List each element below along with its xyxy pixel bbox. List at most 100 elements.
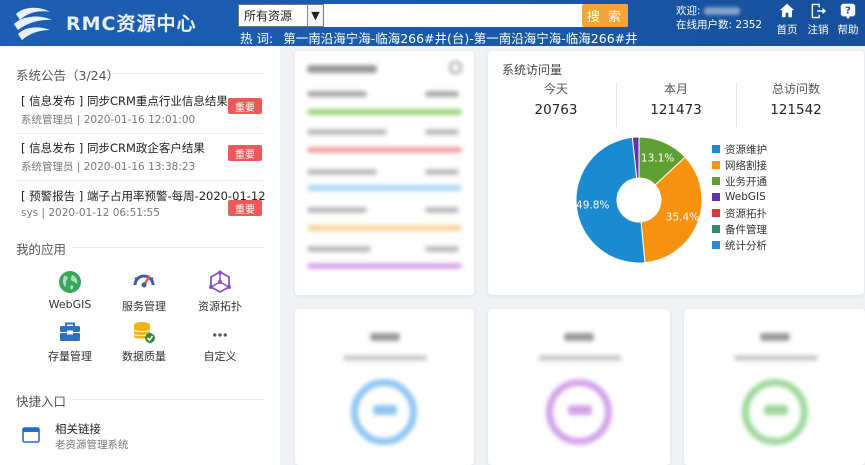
home-icon (779, 3, 795, 18)
notice-item[interactable]: [ 信息发布 ] 同步CRM重点行业信息结果 系统管理员 | 2020-01-1… (16, 90, 264, 134)
left-panel: 系统公告（3/24） [ 信息发布 ] 同步CRM重点行业信息结果 系统管理员 … (0, 46, 280, 465)
stat-value: 20763 (534, 102, 578, 118)
quick-link-subtitle: 老资源管理系统 (55, 439, 129, 451)
legend-item[interactable]: 业务开通 (712, 173, 767, 189)
important-badge: 重要 (228, 200, 262, 216)
help-icon: ? (840, 3, 856, 20)
app-label: 自定义 (203, 350, 237, 363)
legend-item[interactable]: 备件管理 (712, 221, 767, 237)
app-inventory-management[interactable]: 存量管理 (35, 320, 105, 364)
nav-help-button[interactable]: ? 帮助 (833, 2, 863, 42)
app-label: 存量管理 (48, 350, 92, 363)
legend-label: WebGIS (725, 191, 766, 203)
logout-icon (811, 3, 827, 19)
stat-label: 本月 (663, 82, 688, 96)
legend-swatch (712, 177, 720, 185)
database-check-icon (133, 322, 155, 343)
nav-help-label: 帮助 (837, 24, 859, 36)
notice-meta: 系统管理员 | 2020-01-16 12:01:00 (21, 114, 196, 126)
legend-swatch (712, 161, 720, 169)
nav-home-button[interactable]: 首页 (772, 2, 802, 42)
app-data-quality[interactable]: 数据质量 (109, 320, 179, 364)
important-badge: 重要 (228, 145, 262, 161)
apps-title: 我的应用 (16, 242, 67, 257)
progress-card (295, 51, 474, 295)
notices-title: 系统公告（3/24） (16, 68, 120, 83)
visits-card: 系统访问量 今天 20763 本月 121473 总访问数 121542 13.… (488, 51, 864, 295)
hot-words-link[interactable]: 第一南沿海宁海-临海266#井(台)-第一南沿海宁海-临海266#井 (283, 31, 637, 46)
legend-label: 网络割接 (725, 159, 767, 172)
chart-legend: 资源维护网络割接业务开通 WebGIS 资源拓扑备件管理统计分析 (712, 141, 767, 253)
more-icon (213, 333, 227, 337)
quick-title: 快捷入口 (16, 394, 67, 409)
search-scope-value: 所有资源 (244, 9, 293, 23)
gauge-card (684, 309, 865, 465)
online-label: 在线用户数: (676, 19, 733, 31)
notice-item[interactable]: [ 信息发布 ] 同步CRM政企客户结果 系统管理员 | 2020-01-16 … (16, 137, 264, 181)
online-count: 2352 (735, 19, 763, 31)
search-bar: 所有资源 ▼ (238, 4, 628, 27)
legend-swatch (712, 225, 720, 233)
hot-words: 热 词: 第一南沿海宁海-临海266#井(台)-第一南沿海宁海-临海266#井 (240, 28, 638, 47)
search-button[interactable]: 搜 索 (582, 4, 628, 27)
legend-swatch (712, 209, 720, 217)
notice-title[interactable]: [ 信息发布 ] 同步CRM政企客户结果 (21, 140, 205, 156)
gauge-card (295, 309, 474, 465)
notice-item[interactable]: [ 预警报告 ] 端子占用率预警-每周-2020-01-12 sys | 202… (16, 185, 266, 229)
search-input[interactable] (324, 4, 582, 27)
globe-icon (59, 271, 81, 293)
user-name (703, 7, 740, 15)
app-custom[interactable]: 自定义 (185, 326, 255, 370)
window-icon (22, 427, 40, 443)
logo-text: RMC资源中心 (66, 13, 197, 35)
visits-title: 系统访问量 (502, 63, 563, 77)
donut-value-label: 35.4% (666, 212, 699, 224)
donut-value-label: 49.8% (576, 200, 609, 212)
hot-words-label: 热 词: (240, 31, 274, 46)
welcome-panel: 欢迎: 在线用户数: 2352 (676, 4, 762, 32)
stat-label: 今天 (543, 82, 568, 96)
visits-donut-chart: 13.1% 35.4% 49.8% (575, 136, 703, 264)
stat-total: 总访问数 121542 (736, 80, 856, 118)
svg-text:?: ? (845, 6, 851, 17)
nav-logout-button[interactable]: 注销 (803, 2, 833, 42)
notice-title[interactable]: [ 信息发布 ] 同步CRM重点行业信息结果 (21, 93, 228, 109)
legend-item[interactable]: 网络割接 (712, 157, 767, 173)
legend-item[interactable]: WebGIS (712, 189, 767, 205)
legend-label: 业务开通 (725, 175, 767, 188)
stat-value: 121542 (770, 102, 822, 118)
welcome-label: 欢迎: (676, 5, 701, 17)
legend-label: 备件管理 (725, 223, 767, 236)
china-mobile-logo-icon (14, 7, 52, 40)
nav-home-label: 首页 (776, 24, 798, 36)
quick-link-title[interactable]: 相关链接 (55, 421, 101, 437)
search-scope-select[interactable]: 所有资源 ▼ (238, 4, 324, 27)
stat-month: 本月 121473 (616, 80, 736, 118)
app-service-management[interactable]: 服务管理 (109, 270, 179, 314)
app-label: 服务管理 (122, 300, 166, 313)
legend-item[interactable]: 资源维护 (712, 141, 767, 157)
legend-label: 统计分析 (725, 239, 767, 252)
chevron-down-icon: ▼ (307, 5, 323, 26)
app-label: 数据质量 (122, 350, 166, 363)
app-label: WebGIS (48, 298, 92, 311)
app-webgis[interactable]: WebGIS (35, 270, 105, 314)
legend-item[interactable]: 统计分析 (712, 237, 767, 253)
app-label: 资源拓扑 (198, 300, 242, 313)
app-resource-topology[interactable]: 资源拓扑 (185, 270, 255, 314)
stat-value: 121473 (650, 102, 702, 118)
top-header: RMC资源中心 所有资源 ▼ 搜 索 热 词: 第一南沿海宁海-临海266#井(台… (0, 0, 865, 46)
divider (72, 399, 264, 400)
gauge-icon (133, 274, 155, 288)
stat-label: 总访问数 (771, 82, 820, 96)
legend-swatch (712, 193, 720, 201)
legend-label: 资源拓扑 (725, 207, 767, 220)
legend-item[interactable]: 资源拓扑 (712, 205, 767, 221)
legend-label: 资源维护 (725, 143, 767, 156)
gauge-card (488, 309, 670, 465)
toolbox-icon (60, 322, 80, 341)
topology-icon (209, 270, 231, 294)
legend-swatch (712, 241, 720, 249)
stat-today: 今天 20763 (496, 80, 616, 118)
legend-swatch (712, 145, 720, 153)
